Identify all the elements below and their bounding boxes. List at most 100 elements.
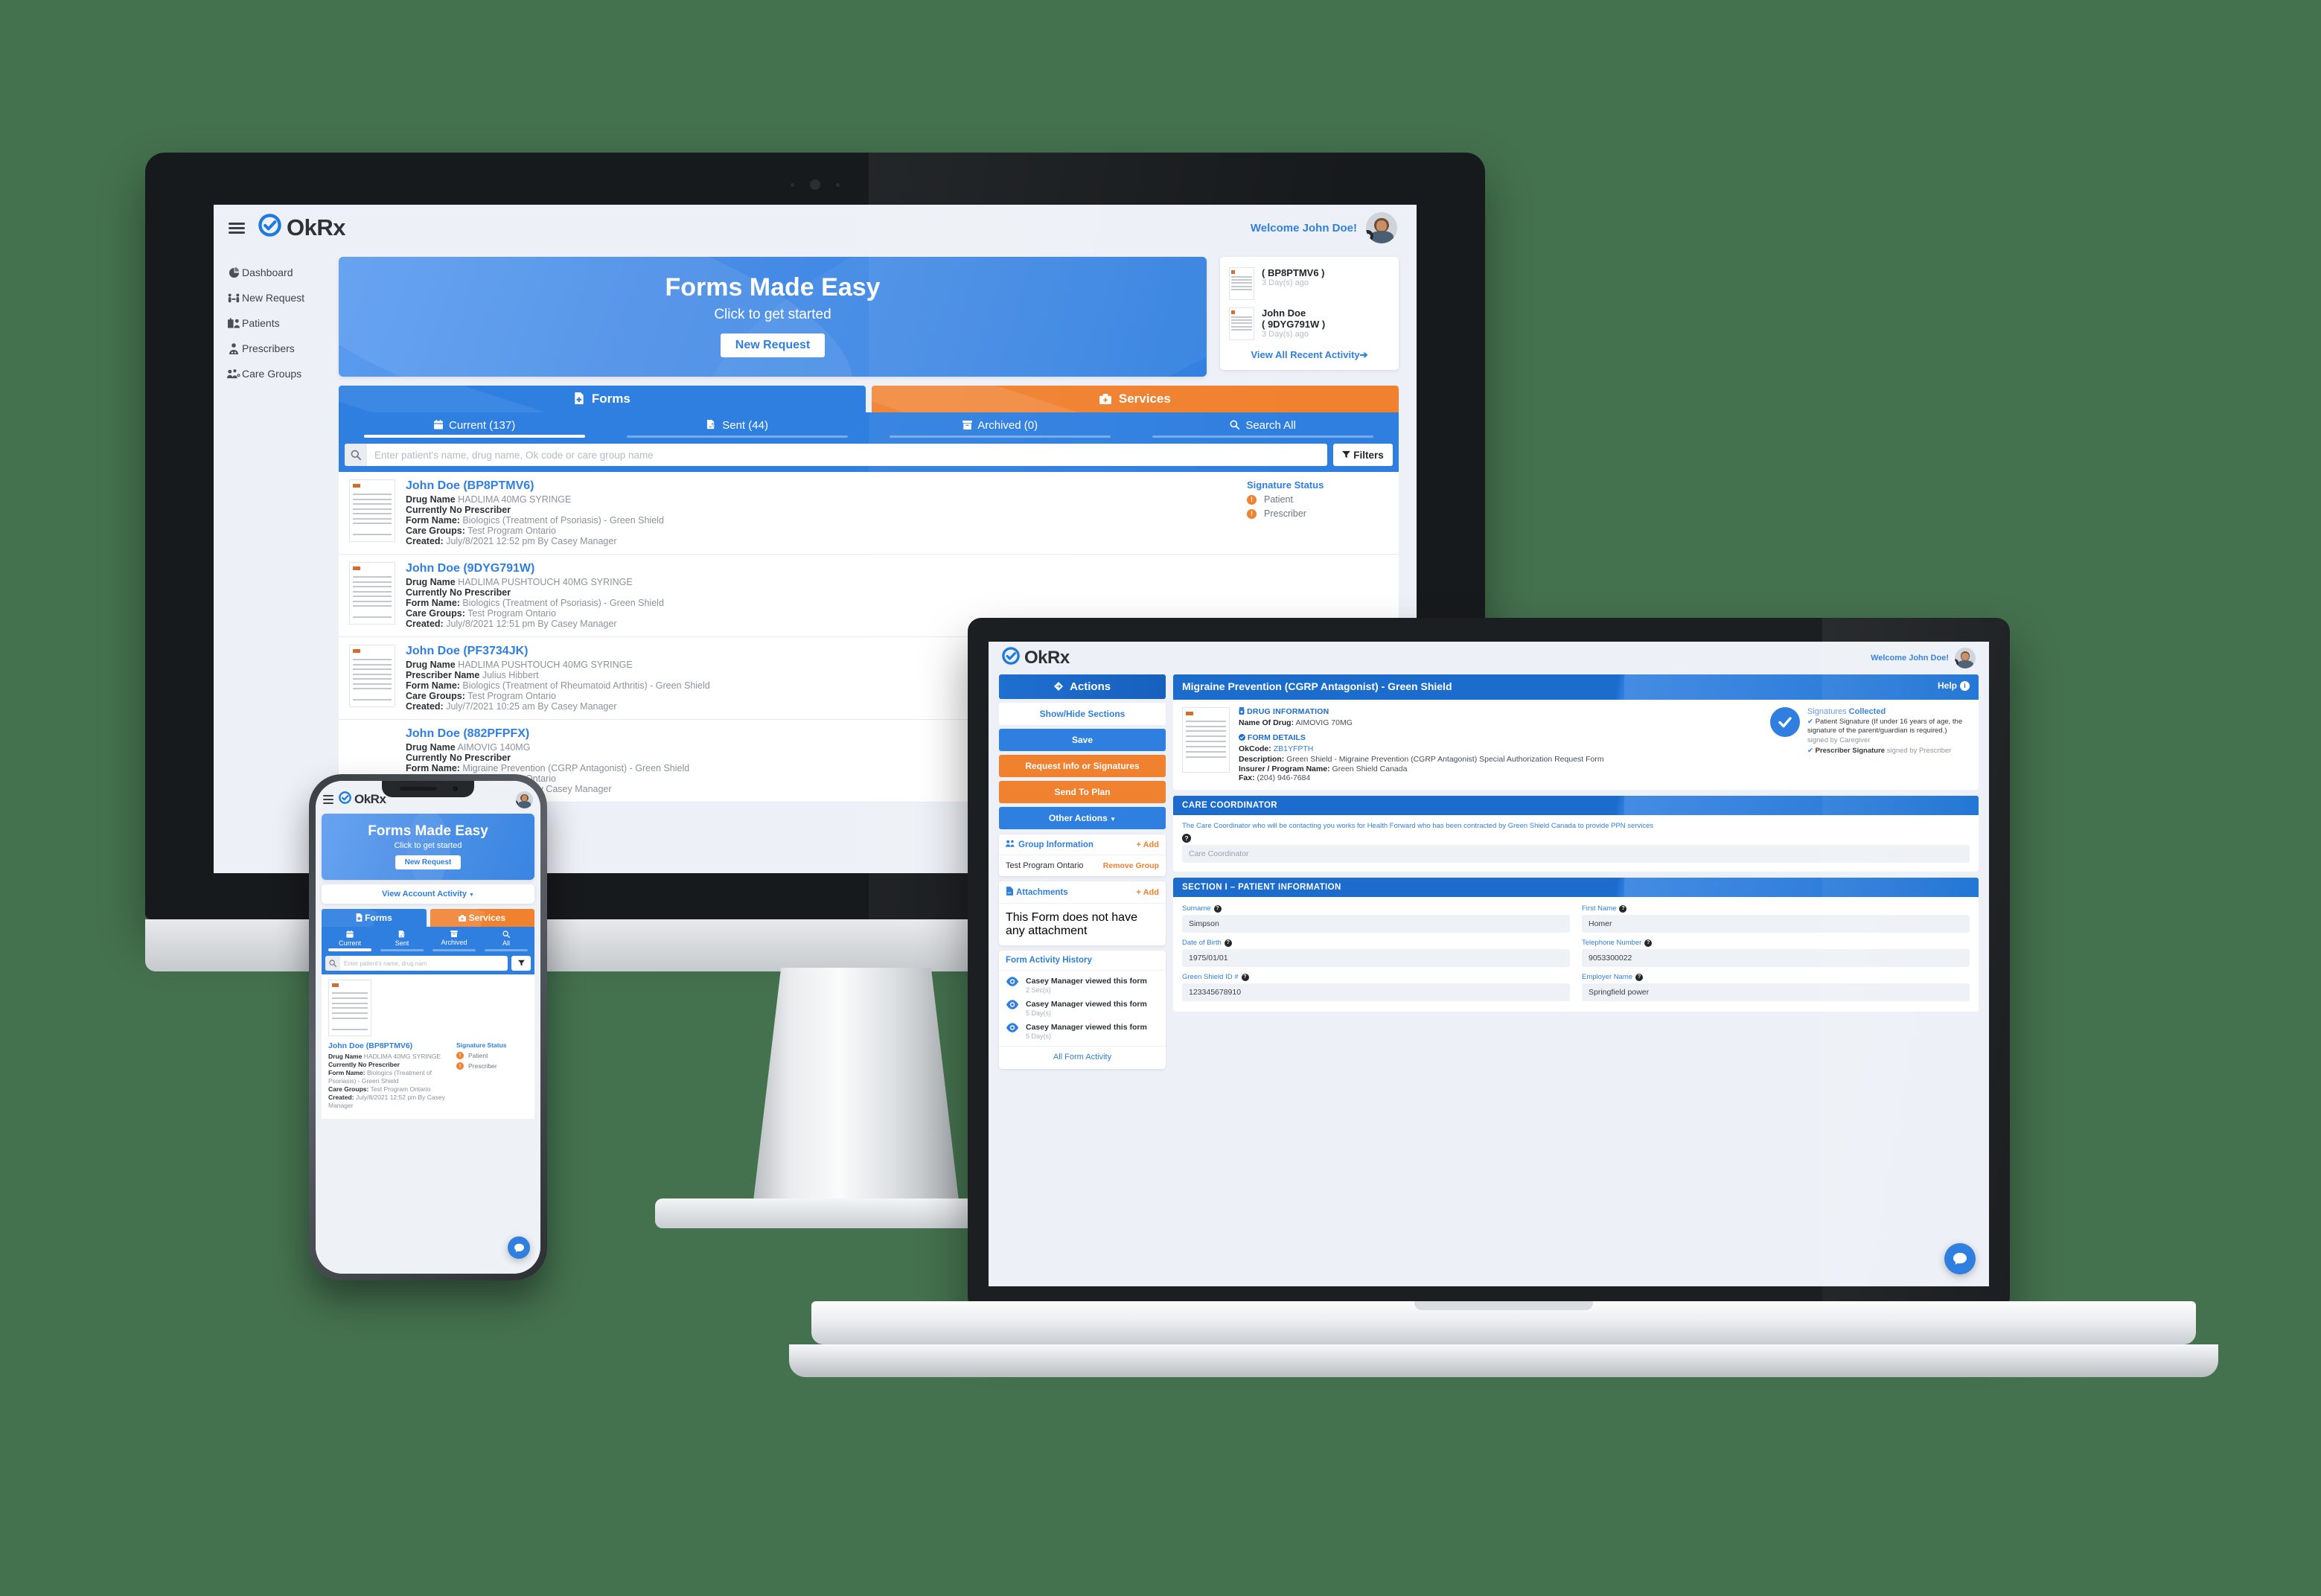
remove-group-button[interactable]: Remove Group: [1103, 861, 1159, 870]
question-icon[interactable]: ?: [1619, 904, 1627, 913]
surname-input[interactable]: Simpson: [1182, 915, 1570, 933]
row-title[interactable]: John Doe (BP8PTMV6): [406, 479, 1247, 493]
group-row: Test Program Ontario Remove Group: [999, 855, 1166, 876]
brand-logo[interactable]: OkRx: [258, 213, 345, 243]
field-first-name: First Name? Homer: [1582, 904, 1970, 933]
sidebar-item-new-request[interactable]: New Request: [226, 285, 333, 310]
pill-bottle-icon: [1239, 706, 1245, 716]
care-groups-value: Test Program Ontario: [370, 1085, 431, 1093]
form-name-value: Migraine Prevention (CGRP Antagonist) - …: [462, 763, 690, 773]
calendar-icon: [433, 419, 443, 432]
new-request-button[interactable]: New Request: [395, 855, 462, 869]
sub-tab-search-all[interactable]: Search All: [1131, 419, 1394, 439]
first-name-input[interactable]: Homer: [1582, 915, 1970, 933]
sub-tab-sent[interactable]: Sent (44): [606, 419, 869, 439]
file-medical-icon: [574, 392, 588, 406]
brand-logo[interactable]: OkRx: [339, 791, 386, 808]
avatar[interactable]: [1366, 212, 1397, 243]
tab-forms[interactable]: Forms: [322, 909, 427, 927]
question-icon[interactable]: ?: [1635, 973, 1644, 981]
view-account-activity-button[interactable]: View Account Activity ▼: [322, 884, 534, 904]
green-shield-id-input[interactable]: 123345678910: [1182, 983, 1570, 1002]
question-icon[interactable]: ?: [1644, 939, 1653, 947]
request-info-or-signatures-button[interactable]: Request Info or Signatures: [999, 755, 1166, 777]
hero-subtitle: Click to get started: [394, 841, 462, 850]
table-row[interactable]: John Doe (BP8PTMV6) Drug Name HADLIMA 40…: [339, 472, 1399, 555]
send-to-plan-button[interactable]: Send To Plan: [999, 781, 1166, 803]
other-actions-button[interactable]: Other Actions ▼: [999, 807, 1166, 829]
avatar[interactable]: [516, 791, 533, 808]
add-attachment-button[interactable]: + Add: [1137, 888, 1159, 897]
search-icon: [480, 931, 532, 939]
sub-tab-sent[interactable]: Sent: [376, 931, 428, 953]
question-icon[interactable]: ?: [1213, 904, 1222, 913]
sidebar-item-label: Patients: [242, 317, 280, 329]
recent-activity-item[interactable]: John Doe ( 9DYG791W ) 3 Day(s) ago: [1229, 307, 1390, 340]
row-title[interactable]: John Doe (BP8PTMV6): [328, 1041, 450, 1051]
view-all-recent-activity-link[interactable]: View All Recent Activity➔: [1229, 349, 1390, 361]
employer-name-input[interactable]: Springfield power: [1582, 983, 1970, 1002]
chat-bubble-icon[interactable]: [1944, 1243, 1976, 1274]
filters-button[interactable]: [511, 956, 531, 971]
hero-banner[interactable]: Forms Made Easy Click to get started New…: [339, 257, 1207, 377]
brand-name: OkRx: [287, 214, 345, 240]
form-name-label: Form Name:: [406, 598, 460, 608]
search-input[interactable]: Enter patient's name, drug nam: [325, 956, 508, 971]
activity-time: 3 Day(s) ago: [1262, 278, 1309, 287]
activity-time: 3 Day(s) ago: [1262, 330, 1309, 339]
shield-check-icon: [1239, 733, 1245, 742]
question-icon[interactable]: ?: [1224, 939, 1232, 947]
help-button[interactable]: Help i: [1938, 680, 1970, 691]
actions-header: Actions: [999, 674, 1166, 699]
hero-banner[interactable]: Forms Made Easy Click to get started New…: [322, 814, 534, 880]
brand-logo[interactable]: OkRx: [1002, 646, 1070, 670]
okcode-label: OkCode:: [1239, 744, 1271, 753]
brand-name: OkRx: [354, 792, 386, 806]
warning-icon: !: [1247, 508, 1257, 519]
tab-services[interactable]: Services: [430, 909, 534, 927]
search-icon: [345, 444, 367, 466]
sidebar-item-dashboard[interactable]: Dashboard: [226, 260, 333, 285]
care-coordinator-input[interactable]: Care Coordinator: [1182, 845, 1970, 864]
all-form-activity-link[interactable]: All Form Activity: [999, 1046, 1166, 1069]
sub-tab-all[interactable]: All: [480, 931, 532, 953]
drug-name-label: Drug Name: [406, 660, 456, 670]
chat-bubble-icon[interactable]: [508, 1236, 530, 1259]
avatar[interactable]: [1955, 648, 1976, 668]
info-icon: i: [1960, 680, 1970, 691]
sidebar-item-prescribers[interactable]: Prescribers: [226, 336, 333, 361]
telephone-number-input[interactable]: 9053300022: [1582, 949, 1970, 968]
search-input[interactable]: Enter patient's name, drug name, Ok code…: [345, 444, 1327, 466]
menu-toggle[interactable]: [229, 222, 245, 234]
sub-tab-current[interactable]: Current (137): [343, 419, 606, 439]
show-hide-sections-button[interactable]: Show/Hide Sections: [999, 703, 1166, 725]
care-coordinator-heading: CARE COORDINATOR: [1173, 796, 1979, 816]
tab-forms[interactable]: Forms: [339, 386, 866, 412]
sidebar-item-patients[interactable]: Patients: [226, 310, 333, 336]
add-group-button[interactable]: + Add: [1137, 840, 1159, 849]
filters-button[interactable]: Filters: [1333, 444, 1393, 466]
question-icon[interactable]: ?: [1182, 834, 1191, 843]
gear-icon[interactable]: [1955, 659, 1958, 667]
tab-services[interactable]: Services: [872, 386, 1399, 412]
activity-text: Casey Manager viewed this form: [1026, 977, 1147, 986]
eye-icon: [1006, 1023, 1019, 1036]
sub-tab-archived[interactable]: Archived (0): [869, 419, 1131, 439]
sidebar-item-care-groups[interactable]: Care Groups: [226, 361, 333, 386]
recent-activity-item[interactable]: ( BP8PTMV6 ) 3 Day(s) ago: [1229, 267, 1390, 300]
date-of-birth-input[interactable]: 1975/01/01: [1182, 949, 1570, 968]
question-icon[interactable]: ?: [1241, 973, 1249, 981]
menu-toggle[interactable]: [323, 795, 333, 804]
new-request-button[interactable]: New Request: [720, 333, 826, 357]
attachments-header: Attachments + Add: [999, 881, 1166, 904]
welcome-text: Welcome John Doe!: [1871, 654, 1949, 663]
list-item[interactable]: John Doe (BP8PTMV6) Drug Name HADLIMA 40…: [322, 974, 534, 1119]
care-groups-label: Care Groups:: [406, 526, 465, 536]
sub-tab-current[interactable]: Current: [324, 931, 376, 953]
activity-history-header: Form Activity History: [999, 951, 1166, 971]
save-button[interactable]: Save: [999, 729, 1166, 751]
row-title[interactable]: John Doe (9DYG791W): [406, 562, 1247, 575]
sub-tab-archived[interactable]: Archived: [428, 931, 480, 953]
page-title: Migraine Prevention (CGRP Antagonist) - …: [1182, 680, 1452, 692]
patient-information-section: SECTION I – PATIENT INFORMATION Surname?…: [1173, 878, 1979, 1012]
